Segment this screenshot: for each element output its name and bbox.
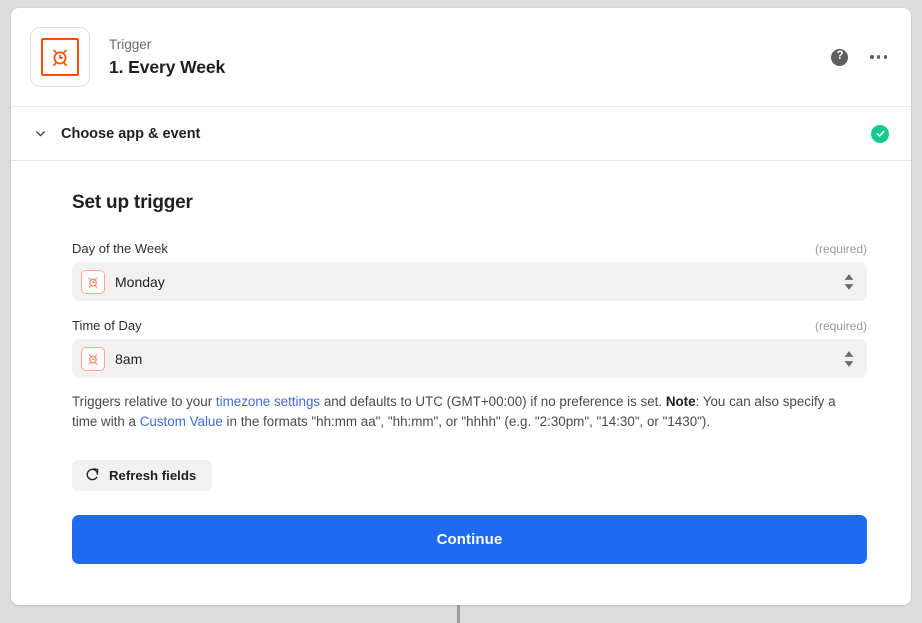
day-of-week-value: Monday [115,273,165,290]
timezone-settings-link[interactable]: timezone settings [216,394,320,409]
step-header-text: Trigger 1. Every Week [109,36,831,78]
field-day-of-the-week: Day of the Week (required) Monday [72,241,867,301]
field-required-tag: (required) [814,242,867,256]
step-kicker: Trigger [109,37,152,52]
day-of-week-select[interactable]: Monday [72,262,867,301]
help-circle-icon[interactable]: ? [831,48,849,66]
trigger-step-card: Trigger 1. Every Week ? Choose app & eve… [11,8,911,605]
chevron-down-icon[interactable] [32,126,48,142]
stepper-updown-icon[interactable] [844,350,854,367]
time-of-day-select[interactable]: 8am [72,339,867,378]
workflow-connector-line [457,605,460,623]
check-circle-icon [871,124,889,143]
helper-part-1: Triggers relative to your [72,394,216,409]
custom-value-link[interactable]: Custom Value [140,414,223,429]
time-of-day-value: 8am [115,350,143,367]
helper-part-4: in the formats "hh:mm aa", "hh:mm", or "… [222,413,711,429]
field-header: Time of Day (required) [72,318,867,333]
field-header: Day of the Week (required) [72,241,867,256]
helper-note-label: Note [665,394,696,409]
field-label: Time of Day [72,318,142,333]
continue-button[interactable]: Continue [72,515,867,564]
choose-app-and-event-row[interactable]: Choose app & event [11,107,911,161]
app-icon-tile [30,27,90,87]
refresh-icon [85,467,100,485]
timezone-helper-text: Triggers relative to your timezone setti… [72,392,862,431]
field-required-tag: (required) [814,319,867,333]
setup-trigger-body: Set up trigger Day of the Week (required… [11,161,911,564]
header-actions: ? [831,48,889,66]
alarm-clock-icon [81,269,105,294]
step-title: 1. Every Week [109,57,226,77]
more-horizontal-icon[interactable] [868,49,889,64]
helper-part-2: and defaults to UTC (GMT+00:00) if no pr… [320,394,666,409]
field-time-of-day: Time of Day (required) 8am [72,318,867,378]
field-label: Day of the Week [72,241,168,256]
stepper-updown-icon[interactable] [844,273,854,290]
step-card-header: Trigger 1. Every Week ? [11,8,911,107]
refresh-fields-label: Refresh fields [109,468,197,483]
choose-app-and-event-label: Choose app & event [61,125,201,142]
app-root: Trigger 1. Every Week ? Choose app & eve… [0,0,922,623]
page-title: Set up trigger [72,192,193,213]
alarm-clock-icon [81,346,105,371]
alarm-clock-icon [41,38,79,76]
refresh-fields-button[interactable]: Refresh fields [72,460,213,491]
